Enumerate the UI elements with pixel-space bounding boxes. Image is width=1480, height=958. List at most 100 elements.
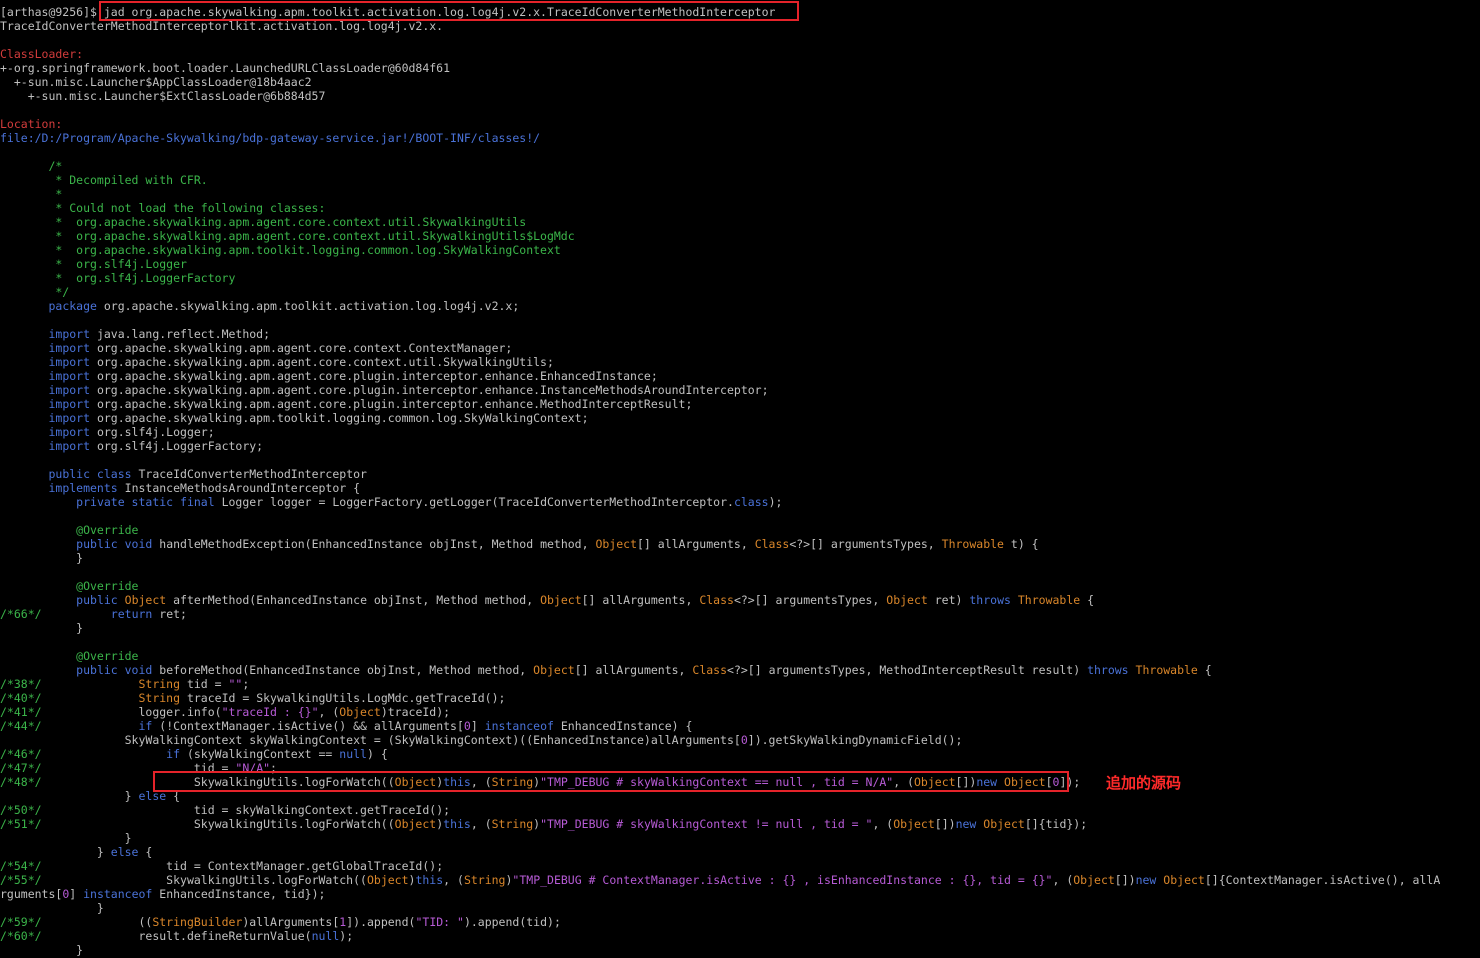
terminal-line: * Could not load the following classes:: [0, 201, 1480, 215]
code-token: (!ContextManager.isActive() && allArgume…: [152, 719, 464, 733]
code-token: throws: [969, 593, 1011, 607]
terminal-line: TraceIdConverterMethodInterceptorlkit.ac…: [0, 19, 1480, 33]
code-token: org.apache.skywalking.apm.agent.core.con…: [90, 355, 554, 369]
code-token: }: [0, 845, 111, 859]
code-token: * org.apache.skywalking.apm.toolkit.logg…: [0, 243, 561, 257]
terminal-line: import java.lang.reflect.Method;: [0, 327, 1480, 341]
code-token: ret;: [152, 607, 187, 621]
code-token: )allArguments[: [242, 915, 340, 929]
code-token: org.apache.skywalking.apm.agent.core.plu…: [90, 383, 769, 397]
code-token: org.apache.skywalking.apm.toolkit.activa…: [96, 299, 520, 313]
code-token: * org.slf4j.LoggerFactory: [0, 271, 236, 285]
code-token: Throwable: [1135, 663, 1198, 677]
terminal-line: *: [0, 187, 1480, 201]
code-token: else: [110, 845, 139, 859]
code-token: null: [311, 929, 340, 943]
code-token: tid =: [41, 761, 236, 775]
code-token: ]).append(: [346, 915, 416, 929]
terminal-line: public void beforeMethod(EnhancedInstanc…: [0, 663, 1480, 677]
code-token: String: [491, 775, 534, 789]
code-token: tid = ContextManager.getGlobalTraceId();: [41, 859, 444, 873]
terminal-line: import org.slf4j.LoggerFactory;: [0, 439, 1480, 453]
code-token: /*: [0, 159, 63, 173]
code-token: /*60*/: [0, 929, 42, 943]
code-token: []): [934, 817, 956, 831]
code-token: Object: [886, 593, 928, 607]
code-token: new: [955, 817, 977, 831]
code-token: import: [48, 425, 91, 439]
code-token: Object: [339, 705, 381, 719]
terminal-line: }: [0, 943, 1480, 957]
code-token: /*50*/: [0, 803, 42, 817]
code-token: /*46*/: [0, 747, 42, 761]
code-token: TraceIdConverterMethodInterceptor: [131, 467, 367, 481]
code-token: /*38*/: [0, 677, 42, 691]
terminal-line: public Object afterMethod(EnhancedInstan…: [0, 593, 1480, 607]
code-token: implements: [48, 481, 118, 495]
code-token: jad org.apache.skywalking.apm.toolkit.ac…: [103, 5, 776, 19]
code-token: "": [228, 677, 243, 691]
code-token: instanceof: [83, 887, 153, 901]
terminal-line: } else {: [0, 845, 1480, 859]
code-token: SkyWalkingContext skyWalkingContext = (S…: [0, 733, 741, 747]
terminal-line: import org.apache.skywalking.apm.agent.c…: [0, 355, 1480, 369]
code-token: "TMP_DEBUG # ContextManager.isActive : {…: [512, 873, 1053, 887]
terminal-output[interactable]: [arthas@9256]$ jad org.apache.skywalking…: [0, 0, 1480, 958]
code-token: }: [0, 831, 132, 845]
terminal-line: import org.slf4j.Logger;: [0, 425, 1480, 439]
code-token: ClassLoader:: [0, 47, 84, 61]
code-token: StringBuilder: [152, 915, 243, 929]
terminal-line: /*55*/ SkywalkingUtils.logForWatch((Obje…: [0, 873, 1480, 887]
code-token: Object: [533, 663, 575, 677]
terminal-line: * org.apache.skywalking.apm.toolkit.logg…: [0, 243, 1480, 257]
code-token: private static final: [76, 495, 215, 509]
terminal-line: /*44*/ if (!ContextManager.isActive() &&…: [0, 719, 1480, 733]
code-token: * org.apache.skywalking.apm.agent.core.c…: [0, 229, 575, 243]
terminal-line: }: [0, 901, 1480, 915]
code-token: Class: [692, 663, 728, 677]
code-token: Class: [699, 593, 734, 607]
code-token: {: [166, 789, 181, 803]
code-token: SkywalkingUtils.logForWatch((: [41, 775, 395, 789]
code-token: t) {: [1003, 537, 1039, 551]
terminal-line: }: [0, 831, 1480, 845]
added-code-note: 追加的源码: [1106, 774, 1182, 792]
code-token: /*48*/: [0, 775, 42, 789]
code-token: this: [443, 775, 471, 789]
code-token: {: [1197, 663, 1212, 677]
code-token: ]: [470, 719, 485, 733]
terminal-line: /*: [0, 159, 1480, 173]
code-token: return: [110, 607, 153, 621]
code-token: file:/D:/Program/Apache-Skywalking/bdp-g…: [0, 131, 541, 145]
terminal-line: /*46*/ if (skyWalkingContext == null) {: [0, 747, 1480, 761]
code-token: /*44*/: [0, 719, 42, 733]
code-token: )traceId);: [380, 705, 451, 719]
terminal-line: /*54*/ tid = ContextManager.getGlobalTra…: [0, 859, 1480, 873]
code-token: Logger logger = LoggerFactory.getLogger(…: [214, 495, 734, 509]
code-token: public void: [76, 663, 153, 677]
code-token: ).append(tid);: [463, 915, 561, 929]
code-token: else: [138, 789, 167, 803]
terminal-line: +-org.springframework.boot.loader.Launch…: [0, 61, 1480, 75]
code-token: <?>[] argumentsTypes,: [733, 593, 887, 607]
code-token: }: [0, 551, 84, 565]
terminal-line: /*50*/ tid = skyWalkingContext.getTraceI…: [0, 803, 1480, 817]
code-token: /*41*/: [0, 705, 42, 719]
code-token: /*54*/: [0, 859, 42, 873]
terminal-line: private static final Logger logger = Log…: [0, 495, 1480, 509]
code-token: public class: [48, 467, 132, 481]
code-token: []): [1114, 873, 1136, 887]
code-token: Object: [1163, 873, 1205, 887]
code-token: java.lang.reflect.Method;: [90, 327, 271, 341]
terminal-line: SkyWalkingContext skyWalkingContext = (S…: [0, 733, 1480, 747]
terminal-line: package org.apache.skywalking.apm.toolki…: [0, 299, 1480, 313]
code-token: "traceId : {}": [221, 705, 319, 719]
